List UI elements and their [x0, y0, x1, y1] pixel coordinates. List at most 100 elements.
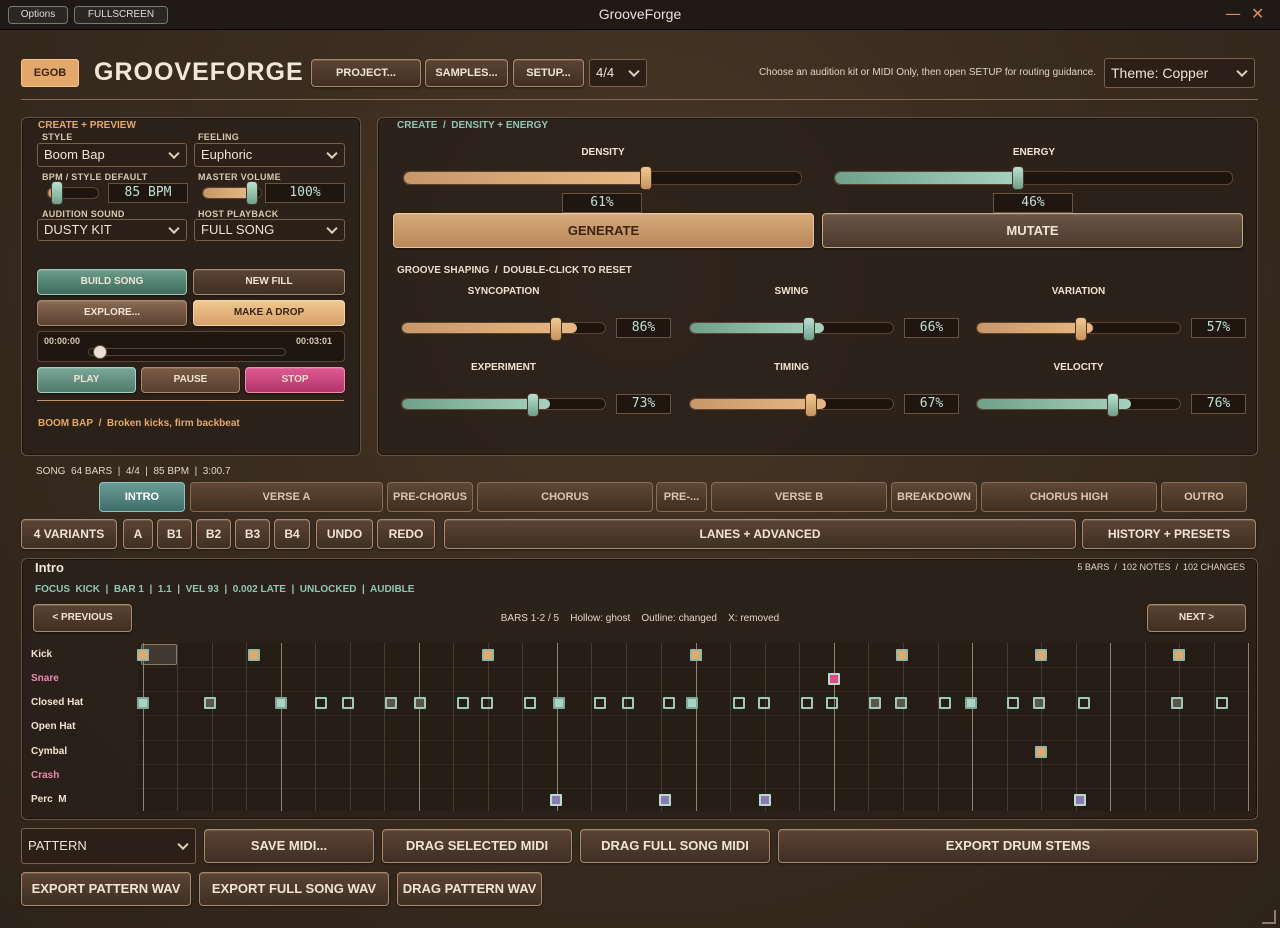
- note[interactable]: [342, 697, 354, 709]
- make-a-drop-button[interactable]: MAKE A DROP: [193, 300, 345, 326]
- new-fill-button[interactable]: NEW FILL: [193, 269, 345, 295]
- energy-slider-handle[interactable]: [1011, 166, 1024, 190]
- host-playback-select[interactable]: FULL SONG: [194, 219, 345, 241]
- timing-slider[interactable]: [689, 398, 894, 410]
- note[interactable]: [524, 697, 536, 709]
- experiment-slider[interactable]: [401, 398, 606, 410]
- bpm-value[interactable]: 85 BPM: [108, 183, 188, 203]
- setup-button[interactable]: SETUP...: [513, 59, 584, 87]
- drag-selected-midi-button[interactable]: DRAG SELECTED MIDI: [382, 829, 572, 863]
- variant-b1-button[interactable]: B1: [157, 519, 192, 549]
- lane-label-2[interactable]: Closed Hat: [31, 697, 83, 708]
- density-slider[interactable]: [403, 171, 802, 185]
- master-volume-handle[interactable]: [245, 181, 258, 205]
- note[interactable]: [553, 697, 565, 709]
- syncopation-slider[interactable]: [401, 322, 606, 334]
- variation-value[interactable]: 57%: [1191, 318, 1246, 338]
- note[interactable]: [965, 697, 977, 709]
- time-signature-select[interactable]: 4/4: [589, 59, 647, 87]
- note-grid[interactable]: [138, 643, 1250, 811]
- drag-full-song-midi-button[interactable]: DRAG FULL SONG MIDI: [580, 829, 770, 863]
- note[interactable]: [801, 697, 813, 709]
- note[interactable]: [550, 794, 562, 806]
- note[interactable]: [939, 697, 951, 709]
- experiment-value[interactable]: 73%: [616, 394, 671, 414]
- section-tab-pre-chorus[interactable]: PRE-CHORUS: [387, 482, 473, 512]
- section-tab-breakdown[interactable]: BREAKDOWN: [891, 482, 977, 512]
- section-tab-chorus[interactable]: CHORUS: [477, 482, 653, 512]
- note[interactable]: [1007, 697, 1019, 709]
- lane-label-1[interactable]: Snare: [31, 673, 59, 684]
- note[interactable]: [1035, 649, 1047, 661]
- note[interactable]: [1216, 697, 1228, 709]
- experiment-slider-handle[interactable]: [527, 393, 540, 417]
- note[interactable]: [828, 673, 840, 685]
- variation-slider-handle[interactable]: [1074, 317, 1087, 341]
- generate-button[interactable]: GENERATE: [393, 213, 814, 248]
- build-song-button[interactable]: BUILD SONG: [37, 269, 187, 295]
- note[interactable]: [315, 697, 327, 709]
- variant-a-button[interactable]: A: [123, 519, 153, 549]
- note[interactable]: [248, 649, 260, 661]
- note[interactable]: [690, 649, 702, 661]
- velocity-slider-handle[interactable]: [1107, 393, 1120, 417]
- playhead-handle[interactable]: [92, 345, 107, 359]
- save-midi-button[interactable]: SAVE MIDI...: [204, 829, 374, 863]
- timing-slider-handle[interactable]: [804, 393, 817, 417]
- samples-button[interactable]: SAMPLES...: [425, 59, 508, 87]
- swing-slider[interactable]: [689, 322, 894, 334]
- variant-b4-button[interactable]: B4: [274, 519, 310, 549]
- energy-value[interactable]: 46%: [993, 193, 1073, 213]
- lane-label-5[interactable]: Crash: [31, 770, 59, 781]
- section-tab-verse-a[interactable]: VERSE A: [190, 482, 383, 512]
- mutate-button[interactable]: MUTATE: [822, 213, 1243, 248]
- stop-button[interactable]: STOP: [245, 367, 345, 393]
- feeling-select[interactable]: Euphoric: [194, 143, 345, 167]
- play-button[interactable]: PLAY: [37, 367, 136, 393]
- note[interactable]: [759, 794, 771, 806]
- minimize-icon[interactable]: —: [1225, 4, 1241, 23]
- energy-slider[interactable]: [834, 171, 1233, 185]
- variant-b3-button[interactable]: B3: [235, 519, 270, 549]
- note[interactable]: [1078, 697, 1090, 709]
- note[interactable]: [659, 794, 671, 806]
- resize-grip-icon[interactable]: [1262, 910, 1276, 924]
- note[interactable]: [594, 697, 606, 709]
- velocity-value[interactable]: 76%: [1191, 394, 1246, 414]
- section-tab-pre[interactable]: PRE-...: [656, 482, 707, 512]
- swing-value[interactable]: 66%: [904, 318, 959, 338]
- syncopation-slider-handle[interactable]: [549, 317, 562, 341]
- next-button[interactable]: NEXT >: [1147, 604, 1246, 632]
- lane-label-0[interactable]: Kick: [31, 649, 52, 660]
- note[interactable]: [1074, 794, 1086, 806]
- export-pattern-wav-button[interactable]: EXPORT PATTERN WAV: [21, 872, 191, 906]
- theme-select[interactable]: Theme: Copper: [1104, 58, 1255, 88]
- note[interactable]: [1035, 746, 1047, 758]
- note[interactable]: [137, 649, 149, 661]
- pause-button[interactable]: PAUSE: [141, 367, 240, 393]
- variants-button[interactable]: 4 VARIANTS: [21, 519, 117, 549]
- close-icon[interactable]: ✕: [1251, 4, 1264, 23]
- note[interactable]: [869, 697, 881, 709]
- lane-label-4[interactable]: Cymbal: [31, 746, 67, 757]
- note[interactable]: [137, 697, 149, 709]
- note[interactable]: [1173, 649, 1185, 661]
- master-volume-value[interactable]: 100%: [265, 183, 345, 203]
- project-button[interactable]: PROJECT...: [311, 59, 421, 87]
- note[interactable]: [826, 697, 838, 709]
- export-drum-stems-button[interactable]: EXPORT DRUM STEMS: [778, 829, 1258, 863]
- swing-slider-handle[interactable]: [803, 317, 816, 341]
- lane-label-3[interactable]: Open Hat: [31, 721, 75, 732]
- lanes-advanced-button[interactable]: LANES + ADVANCED: [444, 519, 1076, 549]
- note[interactable]: [1033, 697, 1045, 709]
- note[interactable]: [482, 649, 494, 661]
- previous-button[interactable]: < PREVIOUS: [33, 604, 132, 632]
- undo-button[interactable]: UNDO: [316, 519, 373, 549]
- note[interactable]: [896, 649, 908, 661]
- redo-button[interactable]: REDO: [377, 519, 435, 549]
- note[interactable]: [622, 697, 634, 709]
- pattern-mode-select[interactable]: PATTERN: [21, 828, 196, 864]
- export-full-song-wav-button[interactable]: EXPORT FULL SONG WAV: [199, 872, 389, 906]
- note[interactable]: [663, 697, 675, 709]
- bpm-slider-handle[interactable]: [51, 181, 64, 205]
